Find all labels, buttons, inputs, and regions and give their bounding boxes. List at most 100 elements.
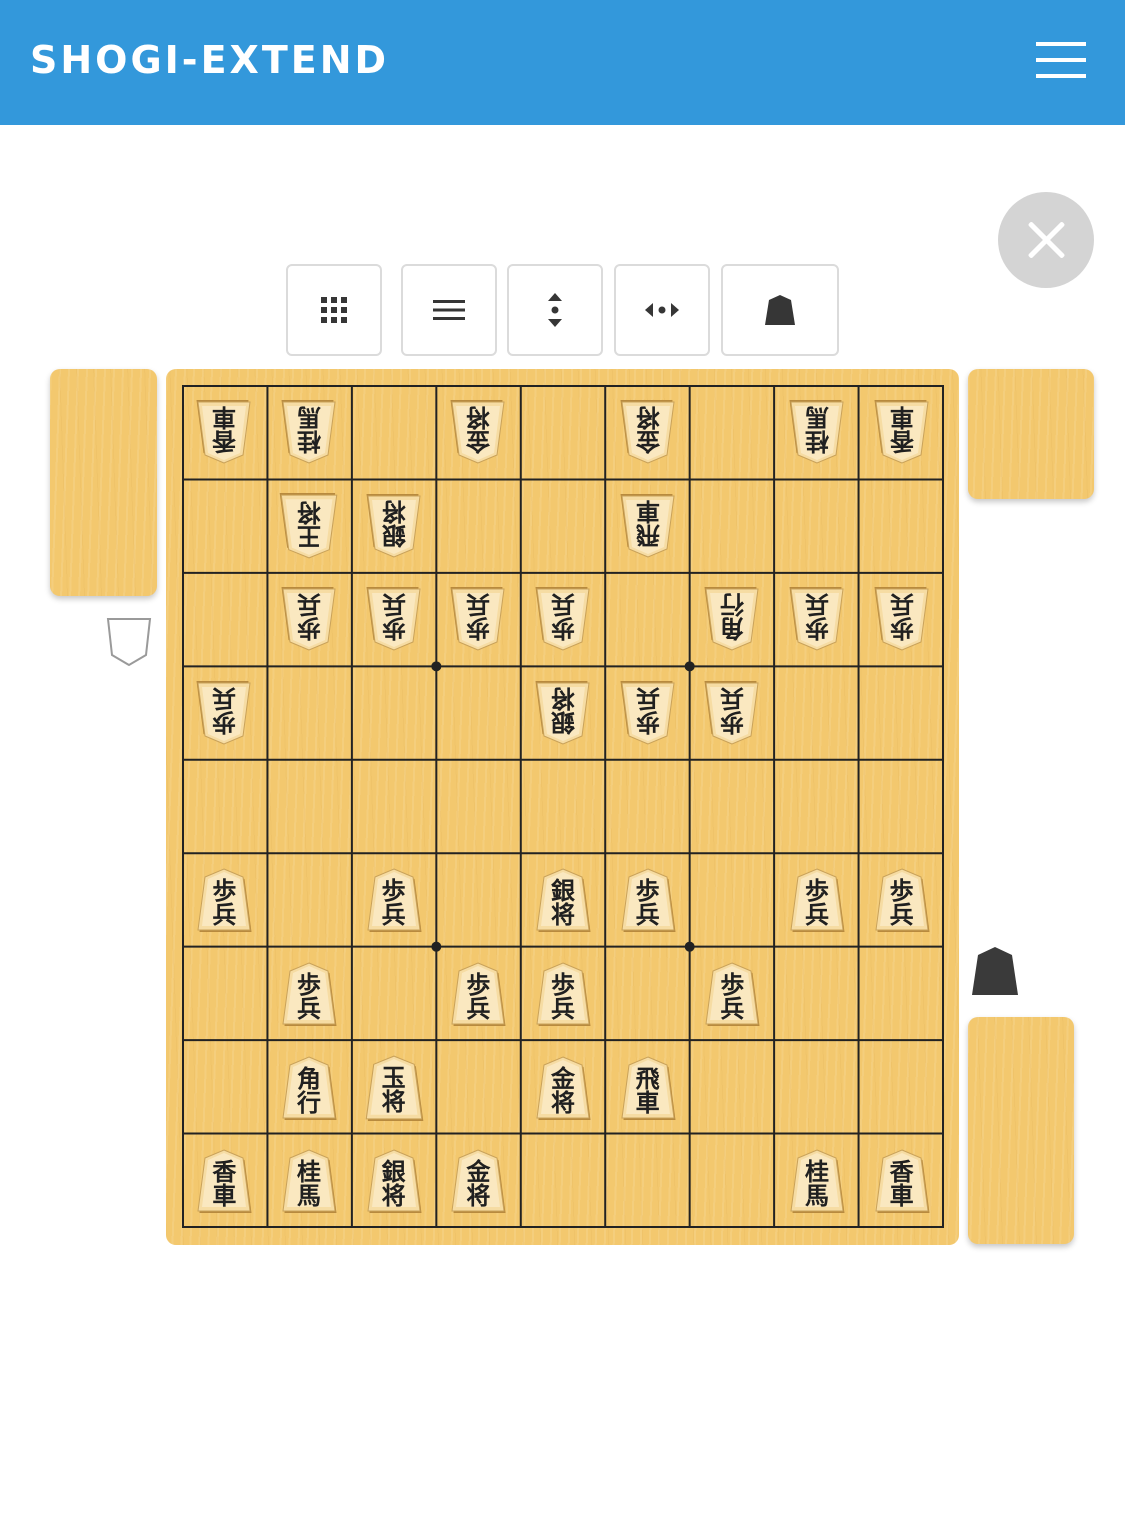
- piece-kanji-top: 角: [720, 614, 745, 644]
- piece-kanji-top: 玉: [381, 1062, 406, 1092]
- piece-kanji-top: 歩: [889, 614, 914, 644]
- piece-kanji-bottom: 車: [212, 1181, 237, 1211]
- piece-kanji-bottom: 兵: [212, 683, 237, 713]
- piece-kanji-bottom: 将: [381, 496, 406, 526]
- piece-kanji-bottom: 車: [212, 402, 237, 432]
- sente-piece[interactable]: 金将: [533, 1054, 593, 1122]
- sente-piece[interactable]: 金将: [448, 1147, 508, 1215]
- piece-kanji-top: 歩: [720, 707, 745, 737]
- leftright-arrows-icon: [645, 303, 679, 317]
- sente-piece[interactable]: 歩兵: [872, 866, 932, 934]
- gote-piece[interactable]: 歩兵: [364, 585, 424, 653]
- hamburger-menu-icon[interactable]: [1036, 42, 1086, 80]
- sente-piece[interactable]: 飛車: [618, 1054, 678, 1122]
- sente-piece[interactable]: 歩兵: [533, 960, 593, 1028]
- sente-turn-marker-icon: [972, 947, 1018, 995]
- piece-kanji-bottom: 車: [889, 402, 914, 432]
- gote-piece[interactable]: 歩兵: [702, 679, 762, 747]
- piece-kanji-top: 歩: [212, 707, 237, 737]
- piece-kanji-bottom: 兵: [635, 900, 660, 930]
- piece-kanji-bottom: 馬: [297, 1181, 321, 1211]
- sente-piece[interactable]: 銀将: [533, 866, 593, 934]
- gote-piece[interactable]: 歩兵: [787, 585, 847, 653]
- gote-piece[interactable]: 歩兵: [618, 679, 678, 747]
- sente-piece[interactable]: 歩兵: [702, 960, 762, 1028]
- piece-kanji-bottom: 兵: [805, 590, 829, 620]
- list-menu-button[interactable]: [401, 264, 497, 356]
- sente-piece[interactable]: 歩兵: [787, 866, 847, 934]
- shogi-piece-icon: [765, 295, 795, 325]
- brand-title[interactable]: SHOGI-EXTEND: [30, 38, 389, 82]
- gote-piece[interactable]: 香車: [872, 398, 932, 466]
- piece-kanji-top: 金: [635, 426, 660, 456]
- piece-kanji-top: 王: [297, 521, 321, 551]
- piece-kanji-bottom: 兵: [635, 683, 660, 713]
- gote-piece[interactable]: 金将: [618, 398, 678, 466]
- gote-piece[interactable]: 歩兵: [194, 679, 254, 747]
- piece-kanji-bottom: 兵: [889, 900, 914, 930]
- sente-piece[interactable]: 桂馬: [787, 1147, 847, 1215]
- piece-kanji-top: 飛: [635, 520, 660, 550]
- grid-3x3-icon: [321, 297, 347, 323]
- gote-piece[interactable]: 歩兵: [872, 585, 932, 653]
- gote-piece[interactable]: 歩兵: [448, 585, 508, 653]
- sente-piece[interactable]: 歩兵: [194, 866, 254, 934]
- gote-piece[interactable]: 銀将: [364, 492, 424, 560]
- piece-kanji-bottom: 将: [551, 683, 575, 713]
- updown-arrows-icon: [548, 293, 562, 327]
- piece-kanji-bottom: 将: [381, 1086, 406, 1116]
- piece-style-button[interactable]: [721, 264, 839, 356]
- piece-kanji-bottom: 行: [720, 590, 745, 620]
- piece-kanji-top: 香: [212, 426, 237, 456]
- piece-kanji-bottom: 兵: [297, 590, 321, 620]
- gote-piece[interactable]: 歩兵: [279, 585, 339, 653]
- piece-kanji-top: 歩: [551, 614, 575, 644]
- piece-kanji-bottom: 将: [381, 1181, 406, 1211]
- piece-kanji-bottom: 兵: [551, 993, 575, 1023]
- piece-kanji-bottom: 将: [551, 1087, 575, 1117]
- close-icon[interactable]: [998, 192, 1094, 288]
- piece-kanji-bottom: 将: [466, 402, 491, 432]
- gote-piece[interactable]: 香車: [194, 398, 254, 466]
- sente-piece[interactable]: 歩兵: [364, 866, 424, 934]
- gote-piece[interactable]: 金将: [448, 398, 508, 466]
- piece-kanji-bottom: 車: [635, 496, 660, 526]
- sente-piece[interactable]: 歩兵: [618, 866, 678, 934]
- sente-piece[interactable]: 香車: [872, 1147, 932, 1215]
- sente-piece[interactable]: 玉将: [362, 1053, 426, 1123]
- piece-kanji-bottom: 馬: [297, 402, 321, 432]
- top-right-stand[interactable]: [968, 369, 1094, 499]
- gote-piece[interactable]: 桂馬: [787, 398, 847, 466]
- gote-piece[interactable]: 王将: [277, 491, 341, 561]
- piece-kanji-bottom: 馬: [805, 402, 829, 432]
- sente-piece[interactable]: 銀将: [364, 1147, 424, 1215]
- piece-kanji-top: 銀: [551, 707, 575, 737]
- gote-turn-marker-icon: [106, 618, 152, 667]
- sente-piece[interactable]: 桂馬: [279, 1147, 339, 1215]
- piece-kanji-bottom: 兵: [212, 900, 237, 930]
- piece-kanji-top: 飛: [635, 1063, 660, 1093]
- sente-piece[interactable]: 角行: [279, 1054, 339, 1122]
- grid-view-button[interactable]: [286, 264, 382, 356]
- sente-piece[interactable]: 歩兵: [279, 960, 339, 1028]
- piece-kanji-bottom: 兵: [889, 590, 914, 620]
- piece-kanji-bottom: 車: [889, 1181, 914, 1211]
- gote-piece[interactable]: 飛車: [618, 492, 678, 560]
- flip-vertical-button[interactable]: [507, 264, 603, 356]
- gote-hand-stand[interactable]: [50, 369, 157, 596]
- gote-piece[interactable]: 角行: [702, 585, 762, 653]
- piece-kanji-bottom: 行: [297, 1087, 321, 1117]
- piece-kanji-bottom: 将: [297, 497, 321, 527]
- gote-piece[interactable]: 桂馬: [279, 398, 339, 466]
- piece-kanji-top: 歩: [635, 707, 660, 737]
- piece-kanji-top: 歩: [297, 614, 321, 644]
- sente-hand-stand[interactable]: [968, 1017, 1074, 1244]
- sente-piece[interactable]: 歩兵: [448, 960, 508, 1028]
- piece-kanji-bottom: 将: [466, 1181, 491, 1211]
- sente-piece[interactable]: 香車: [194, 1147, 254, 1215]
- piece-kanji-top: 歩: [381, 614, 406, 644]
- flip-horizontal-button[interactable]: [614, 264, 710, 356]
- gote-piece[interactable]: 銀将: [533, 679, 593, 747]
- gote-piece[interactable]: 歩兵: [533, 585, 593, 653]
- piece-kanji-top: 桂: [805, 426, 829, 456]
